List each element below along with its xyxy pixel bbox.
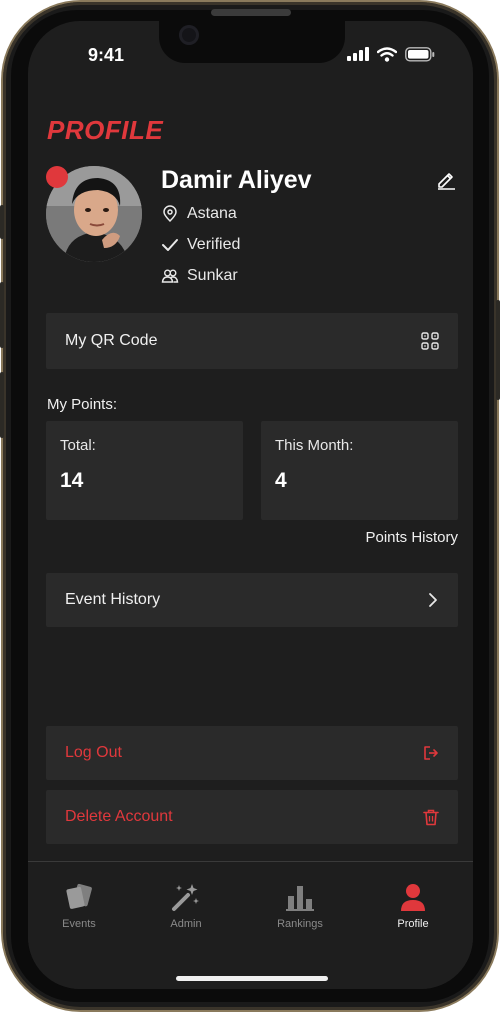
points-total-label: Total: <box>60 437 96 454</box>
profile-team: Sunkar <box>161 267 238 285</box>
delete-account-button[interactable]: Delete Account <box>46 790 458 844</box>
volume-up-button <box>0 282 4 348</box>
signal-icon <box>347 47 369 61</box>
tab-admin[interactable]: Admin <box>146 862 226 942</box>
points-month-label: This Month: <box>275 437 354 454</box>
edit-icon[interactable] <box>435 168 457 190</box>
points-total-value: 14 <box>60 469 84 492</box>
tab-rankings[interactable]: Rankings <box>260 862 340 942</box>
tab-rankings-label: Rankings <box>277 918 323 930</box>
front-camera <box>179 25 199 45</box>
power-button <box>496 300 500 400</box>
status-dot <box>46 166 68 188</box>
points-total-card: Total: 14 <box>46 421 243 520</box>
speaker-grille <box>211 9 291 16</box>
points-month-value: 4 <box>275 469 287 492</box>
group-icon <box>161 269 179 283</box>
page-title: PROFILE <box>47 115 164 145</box>
tab-events[interactable]: Events <box>39 862 119 942</box>
profile-location: Astana <box>161 205 237 223</box>
logout-label: Log Out <box>65 744 122 761</box>
tab-profile[interactable]: Profile <box>373 862 453 942</box>
wifi-icon <box>377 46 397 62</box>
mute-switch <box>0 205 4 239</box>
bottom-tab-bar: Events Admin Rankings Profile <box>28 861 473 989</box>
points-section-label: My Points: <box>47 396 118 413</box>
status-icons <box>347 45 435 63</box>
user-icon <box>401 884 425 911</box>
tab-profile-label: Profile <box>397 918 429 930</box>
status-time: 9:41 <box>88 45 125 65</box>
screen: 9:41 PROFILE Damir Aliyev Astana Verifie… <box>28 21 473 989</box>
tab-events-label: Events <box>62 918 96 930</box>
battery-icon <box>405 46 435 62</box>
qr-code-button[interactable]: My QR Code <box>46 313 458 369</box>
chevron-right-icon <box>429 593 437 607</box>
qr-code-label: My QR Code <box>65 332 158 349</box>
magic-wand-icon <box>172 884 199 911</box>
tab-admin-label: Admin <box>170 918 202 930</box>
profile-verification: Verified <box>161 236 240 254</box>
home-indicator[interactable] <box>176 976 328 981</box>
volume-down-button <box>0 372 4 438</box>
logout-button[interactable]: Log Out <box>46 726 458 780</box>
event-history-label: Event History <box>65 591 161 608</box>
check-icon <box>162 239 178 251</box>
delete-account-label: Delete Account <box>65 808 173 825</box>
profile-avatar-container[interactable] <box>46 166 142 262</box>
bar-chart-icon <box>286 886 314 911</box>
team-text: Sunkar <box>187 267 238 284</box>
location-pin-icon <box>163 205 177 223</box>
logout-icon <box>424 746 438 760</box>
cards-icon <box>66 883 92 909</box>
event-history-button[interactable]: Event History <box>46 573 458 627</box>
profile-name: Damir Aliyev <box>161 166 312 194</box>
verification-text: Verified <box>187 236 241 253</box>
qr-code-icon <box>421 332 439 350</box>
trash-icon <box>423 809 439 825</box>
notch <box>159 21 345 63</box>
location-text: Astana <box>187 205 237 222</box>
points-month-card: This Month: 4 <box>261 421 458 520</box>
points-history-link[interactable]: Points History <box>365 529 458 546</box>
